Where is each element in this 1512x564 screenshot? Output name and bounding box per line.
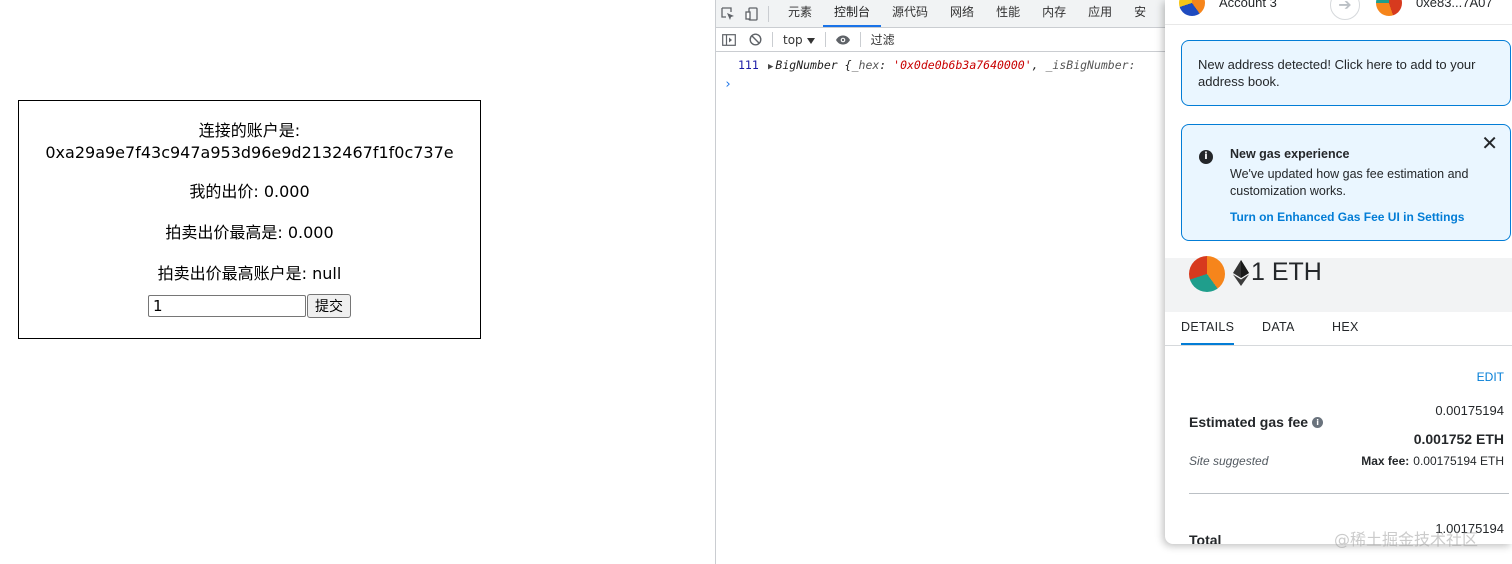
estimated-gas-fee-text: Estimated gas fee [1189, 414, 1309, 430]
hex-value: '0x0de0b6b3a7640000' [893, 58, 1032, 72]
tab-security[interactable]: 安 [1123, 0, 1157, 27]
console-filter-input[interactable]: 过滤 [871, 31, 895, 48]
edit-gas-link[interactable]: EDIT [1477, 370, 1504, 384]
account-address: 0xa29a9e7f43c947a953d96e9d2132467f1f0c73… [45, 143, 454, 162]
highest-bid-text: 拍卖出价最高是: 0.000 [165, 223, 334, 242]
tab-sources[interactable]: 源代码 [881, 0, 939, 27]
submit-button[interactable]: 提交 [307, 294, 351, 318]
context-selector-label: top [783, 32, 803, 47]
info-tooltip-icon[interactable]: i [1312, 416, 1324, 428]
devtools-panel: 元素 控制台 源代码 网络 性能 内存 应用 安 top 过滤 111 ▶ Bi… [716, 0, 1165, 564]
ethereum-icon [1233, 260, 1249, 286]
recipient-avatar [1376, 0, 1402, 16]
chevron-down-icon [806, 33, 815, 47]
devtools-tab-bar: 元素 控制台 源代码 网络 性能 内存 应用 安 [716, 0, 1165, 28]
token-avatar [1189, 256, 1225, 292]
account-label: 连接的账户是: [198, 121, 301, 140]
max-fee-value: 0.00175194 ETH [1413, 454, 1504, 468]
comma-sep: , [1031, 58, 1046, 72]
tab-memory[interactable]: 内存 [1031, 0, 1077, 27]
colon-sep: : [879, 58, 894, 72]
clear-console-icon[interactable] [742, 28, 768, 51]
inspect-element-icon[interactable] [716, 0, 740, 27]
device-toolbar-icon[interactable] [740, 0, 764, 27]
console-prompt-icon[interactable]: › [724, 77, 732, 92]
gas-fee-amount: 0.00175194 [1435, 403, 1504, 418]
site-suggested-text: Site suggested [1189, 454, 1269, 468]
gas-notice-title: New gas experience [1230, 147, 1350, 161]
highest-bidder-text: 拍卖出价最高账户是: null [157, 264, 342, 283]
recipient-address[interactable]: 0xe83...7A07 [1416, 0, 1493, 10]
my-bid-text: 我的出价: 0.000 [189, 182, 310, 201]
context-selector[interactable]: top [777, 33, 821, 47]
new-address-notice[interactable]: New address detected! Click here to add … [1181, 40, 1511, 106]
sender-avatar [1179, 0, 1205, 16]
tab-details[interactable]: DETAILS [1181, 320, 1235, 345]
bid-input[interactable] [148, 295, 306, 317]
info-icon: i [1199, 150, 1213, 164]
total-label: Total [1189, 532, 1222, 544]
gas-fee-eth: 0.001752 ETH [1413, 431, 1504, 447]
console-line-number: 111 [738, 58, 759, 72]
tab-application[interactable]: 应用 [1077, 0, 1123, 27]
isbignumber-key: _isBigNumber: [1045, 58, 1136, 72]
auction-panel: 连接的账户是: 0xa29a9e7f43c947a953d96e9d213246… [18, 100, 481, 339]
console-message: 111 ▶ BigNumber {_hex: '0x0de0b6b3a764000… [716, 56, 1165, 74]
console-object[interactable]: ▶ BigNumber {_hex: '0x0de0b6b3a7640000', … [768, 58, 1136, 72]
live-expression-eye-icon[interactable] [830, 28, 856, 51]
gas-notice-body: We've updated how gas fee estimation and… [1230, 167, 1469, 198]
toolbar-separator [859, 32, 861, 47]
sender-account-name: Account 3 [1219, 0, 1277, 10]
transfer-amount: 1 ETH [1251, 258, 1322, 286]
tab-separator [768, 5, 769, 22]
section-divider [1189, 493, 1509, 494]
max-fee: Max fee: 0.00175194 ETH [1361, 454, 1504, 468]
tab-network[interactable]: 网络 [939, 0, 985, 27]
tab-hex[interactable]: HEX [1332, 320, 1359, 334]
amount-section: 1 ETH [1165, 256, 1512, 312]
close-icon[interactable]: ✕ [1481, 133, 1498, 153]
enhanced-gas-settings-link[interactable]: Turn on Enhanced Gas Fee UI in Settings [1230, 209, 1464, 226]
max-fee-label: Max fee: [1361, 454, 1410, 468]
bid-form: 提交 [19, 294, 480, 318]
tab-console[interactable]: 控制台 [823, 0, 882, 27]
toolbar-separator [772, 32, 773, 47]
hex-key: _hex [851, 58, 880, 72]
tab-elements[interactable]: 元素 [777, 0, 823, 27]
tab-data[interactable]: DATA [1262, 320, 1295, 334]
dapp-page: 连接的账户是: 0xa29a9e7f43c947a953d96e9d213246… [0, 0, 715, 564]
estimated-gas-fee-label: Estimated gas fee i [1189, 414, 1324, 430]
object-prefix: BigNumber { [775, 58, 852, 72]
transaction-tabs: DETAILS DATA HEX [1165, 312, 1512, 346]
expand-triangle-icon[interactable]: ▶ [768, 62, 773, 72]
gas-experience-notice: i New gas experience We've updated how g… [1181, 124, 1511, 241]
console-toolbar: top 过滤 [716, 28, 1165, 52]
toolbar-separator [824, 32, 826, 47]
metamask-popup: Account 3 ➔ 0xe83...7A07 New address det… [1165, 0, 1512, 544]
sidebar-toggle-icon[interactable] [716, 28, 742, 51]
arrow-right-icon: ➔ [1330, 0, 1360, 20]
watermark: @稀土掘金技术社区 [1334, 530, 1479, 549]
metamask-header: Account 3 ➔ 0xe83...7A07 [1165, 0, 1512, 25]
tab-performance[interactable]: 性能 [985, 0, 1031, 27]
